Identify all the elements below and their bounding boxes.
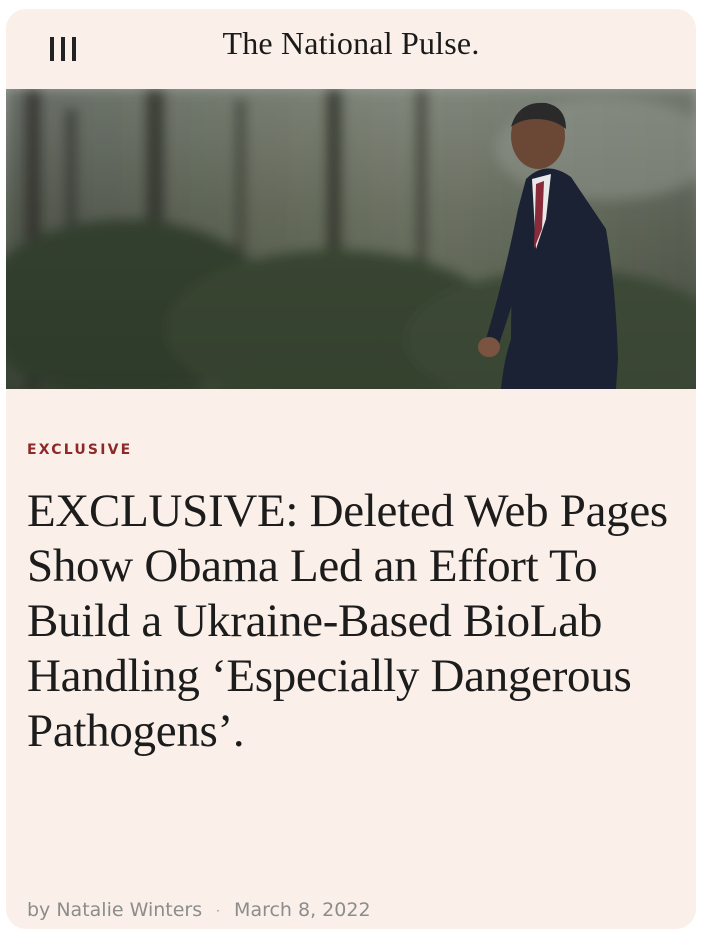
hero-photo[interactable] <box>6 89 696 389</box>
author-name[interactable]: by Natalie Winters <box>27 899 202 921</box>
publish-date: March 8, 2022 <box>234 899 371 921</box>
byline-separator: · <box>216 903 220 918</box>
category-tag[interactable]: EXCLUSIVE <box>27 442 132 458</box>
article-headline[interactable]: EXCLUSIVE: Deleted Web Pages Show Obama … <box>27 484 677 759</box>
article-card: The National Pulse. EXCLUSIVE EXCLUSIVE:… <box>6 9 696 929</box>
article-byline: by Natalie Winters · March 8, 2022 <box>27 899 371 921</box>
site-title[interactable]: The National Pulse. <box>6 25 696 62</box>
site-header: The National Pulse. <box>6 9 696 89</box>
